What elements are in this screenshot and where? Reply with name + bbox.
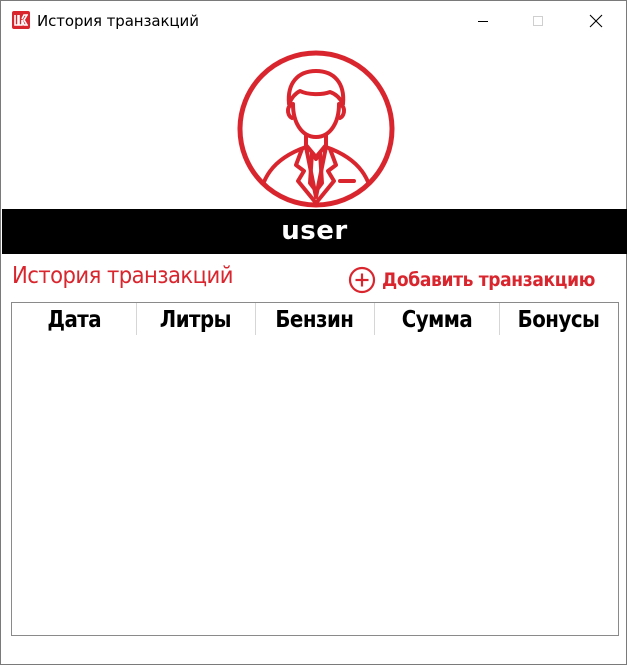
close-icon <box>589 14 603 27</box>
column-header-label: Литры <box>159 306 232 333</box>
user-name-bar: user <box>2 209 627 254</box>
lukoil-logo-icon <box>12 11 30 29</box>
history-title: История транзакций <box>12 263 233 289</box>
table-body[interactable] <box>12 336 618 635</box>
column-header-bonuses[interactable]: Бонусы <box>499 303 618 336</box>
column-header-label: Дата <box>47 306 101 333</box>
window-title: История транзакций <box>37 12 199 30</box>
column-header-amount[interactable]: Сумма <box>374 303 499 336</box>
maximize-icon <box>533 15 543 26</box>
minimize-button[interactable] <box>460 1 506 40</box>
username-label: user <box>281 215 348 246</box>
column-header-label: Бонусы <box>517 306 600 333</box>
title-bar[interactable]: История транзакций <box>1 1 626 40</box>
user-avatar-icon <box>236 49 396 209</box>
column-header-liters[interactable]: Литры <box>136 303 255 336</box>
table-header: Дата Литры Бензин Сумма Бонусы <box>12 303 618 336</box>
plus-circle-icon <box>348 266 376 294</box>
close-button[interactable] <box>573 1 619 40</box>
column-header-label: Сумма <box>401 306 472 333</box>
minimize-icon <box>478 20 488 22</box>
transactions-table[interactable]: Дата Литры Бензин Сумма Бонусы <box>11 302 619 636</box>
column-header-label: Бензин <box>275 306 354 333</box>
transaction-history-window: История транзакций user История транзакц… <box>0 0 627 665</box>
column-header-date[interactable]: Дата <box>12 303 136 336</box>
add-transaction-button[interactable]: Добавить транзакцию <box>348 265 618 295</box>
maximize-button[interactable] <box>515 1 561 40</box>
add-transaction-label: Добавить транзакцию <box>382 269 595 291</box>
column-header-fuel[interactable]: Бензин <box>255 303 374 336</box>
